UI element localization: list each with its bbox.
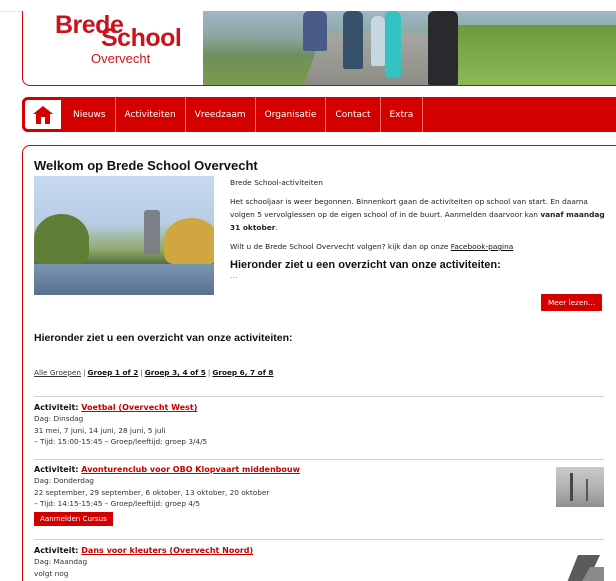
activity-item: Activiteit: Voetbal (Overvecht West) Dag…	[34, 402, 594, 448]
activity-divider	[34, 539, 604, 540]
filter-all-groups[interactable]: Alle Groepen	[34, 368, 81, 377]
activity-time: – Tijd: 15:00-15:45 – Groep/leeftijd: gr…	[34, 437, 208, 447]
intro-facebook-paragraph: Wilt u de Brede School Overvecht volgen?…	[230, 240, 608, 253]
photo-person	[371, 16, 385, 66]
activity-item: Activiteit: Avonturenclub voor OBO Klopv…	[34, 464, 594, 526]
home-button[interactable]	[22, 97, 64, 132]
activity-title: Activiteit: Voetbal (Overvecht West)	[34, 402, 594, 413]
activity-item: Activiteit: Dans voor kleuters (Overvech…	[34, 545, 594, 579]
header-photo	[203, 11, 616, 85]
activity-link[interactable]: Avonturenclub voor OBO Klopvaart middenb…	[81, 465, 300, 474]
nav-item-activiteiten[interactable]: Activiteiten	[116, 97, 186, 132]
read-more-button[interactable]: Meer lezen...	[541, 294, 603, 311]
photo-person	[385, 11, 401, 77]
brede-school-logo[interactable]: Brede School Overvecht	[49, 11, 199, 77]
activity-logo-icon	[567, 555, 604, 581]
intro-text: Brede School-activiteiten Het schooljaar…	[230, 176, 608, 280]
activity-link[interactable]: Dans voor kleuters (Overvecht Noord)	[81, 546, 253, 555]
intro-facebook-text: Wilt u de Brede School Overvecht volgen?…	[230, 242, 449, 251]
activity-image	[556, 545, 604, 581]
activity-divider	[34, 459, 604, 460]
page-title: Welkom op Brede School Overvecht	[34, 158, 258, 173]
activity-day: Dag: Donderdag	[34, 476, 94, 486]
intro-paragraph: Het schooljaar is weer begonnen. Binnenk…	[230, 195, 608, 234]
activity-link[interactable]: Voetbal (Overvecht West)	[81, 403, 197, 412]
activity-divider	[34, 396, 604, 397]
nav-item-vreedzaam[interactable]: Vreedzaam	[186, 97, 256, 132]
photo-grass	[443, 25, 616, 85]
filter-group-1-2[interactable]: Groep 1 of 2	[88, 368, 139, 377]
activities-heading: Hieronder ziet u een overzicht van onze …	[34, 332, 293, 344]
facebook-link[interactable]: Facebook-pagina	[451, 242, 514, 251]
activity-day: Dag: Maandag	[34, 557, 88, 567]
logo-school: School	[101, 24, 182, 52]
site-header: Brede School Overvecht	[22, 11, 616, 86]
nav-item-contact[interactable]: Contact	[326, 97, 381, 132]
filter-group-6-8[interactable]: Groep 6, 7 of 8	[212, 368, 273, 377]
image-water	[34, 264, 214, 295]
activity-day: Dag: Dinsdag	[34, 414, 84, 424]
activity-title: Activiteit: Dans voor kleuters (Overvech…	[34, 545, 594, 556]
intro-period: .	[275, 223, 278, 232]
intro-heading: Hieronder ziet u een overzicht van onze …	[230, 259, 501, 271]
activity-dates: 22 september, 29 september, 6 oktober, 1…	[34, 487, 270, 497]
photo-person	[428, 11, 458, 85]
activity-dates: 31 mei, 7 juni, 14 juni, 28 juni, 5 juli	[34, 425, 166, 435]
group-filters: Alle Groepen | Groep 1 of 2 | Groep 3, 4 of …	[34, 368, 274, 377]
image-tree	[164, 218, 214, 264]
activity-title: Activiteit: Avonturenclub voor OBO Klopv…	[34, 464, 594, 475]
intro-paragraph-text: Het schooljaar is weer begonnen. Binnenk…	[230, 197, 588, 219]
activity-dates: volgt nog	[34, 568, 69, 578]
filter-separator: |	[140, 368, 143, 377]
intro-subtitle: Brede School-activiteiten	[230, 178, 323, 187]
image-post	[570, 473, 573, 501]
filter-group-3-5[interactable]: Groep 3, 4 of 5	[145, 368, 206, 377]
intro-image	[34, 176, 214, 295]
nav-item-nieuws[interactable]: Nieuws	[64, 97, 116, 132]
activity-prefix: Activiteit:	[34, 403, 79, 412]
nav-item-organisatie[interactable]: Organisatie	[256, 97, 327, 132]
logo-overvecht: Overvecht	[91, 51, 151, 66]
image-post	[586, 479, 588, 501]
activity-time: – Tijd: 14:15-15:45 – Groep/leeftijd: gr…	[34, 499, 201, 509]
register-course-button[interactable]: Aanmelden Cursus	[34, 511, 113, 526]
home-icon	[33, 105, 53, 124]
activity-image	[556, 467, 604, 507]
image-tree	[34, 214, 89, 264]
photo-person	[343, 11, 363, 69]
activity-prefix: Activiteit:	[34, 546, 79, 555]
image-tower	[144, 210, 160, 254]
nav-item-extra[interactable]: Extra	[381, 97, 424, 132]
main-content: Welkom op Brede School Overvecht Brede S…	[22, 145, 616, 581]
intro-ellipsis: ...	[230, 271, 238, 280]
activity-prefix: Activiteit:	[34, 465, 79, 474]
filter-separator: |	[83, 368, 86, 377]
main-navigation: Nieuws Activiteiten Vreedzaam Organisati…	[22, 97, 616, 132]
photo-person	[303, 11, 327, 51]
filter-separator: |	[207, 368, 211, 377]
